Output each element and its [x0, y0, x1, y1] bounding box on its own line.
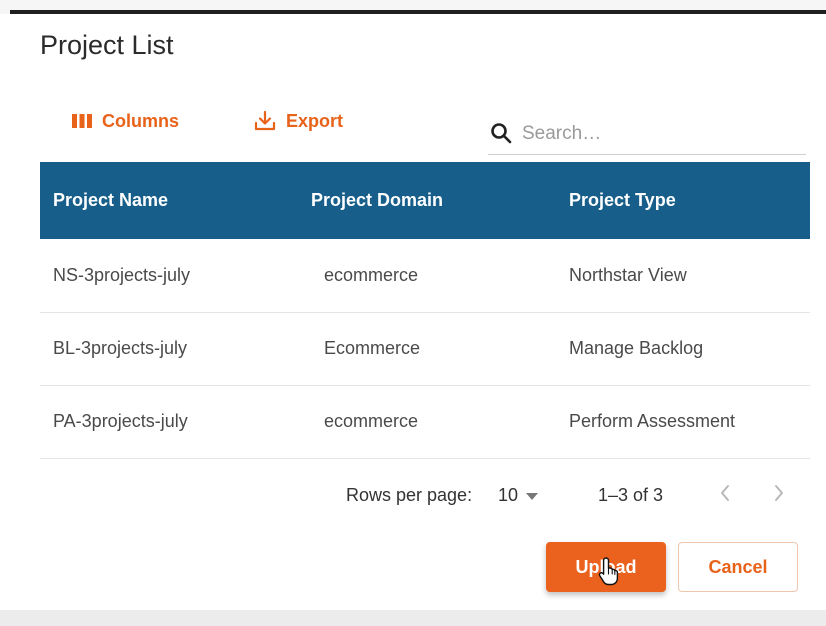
- chevron-left-icon: [719, 484, 731, 507]
- rows-per-page-select[interactable]: 10: [498, 480, 539, 510]
- columns-button[interactable]: Columns: [72, 106, 179, 136]
- cell-project-type: Perform Assessment: [569, 411, 736, 431]
- caret-down-icon: [526, 485, 539, 506]
- project-table: Project Name Project Domain Project Type…: [40, 162, 810, 459]
- window-top-bar: [0, 0, 826, 14]
- next-page-button[interactable]: [766, 482, 792, 508]
- table-header-row: Project Name Project Domain Project Type: [40, 162, 810, 239]
- search-input[interactable]: [520, 118, 794, 150]
- columns-icon: [72, 113, 92, 129]
- export-label: Export: [286, 110, 344, 131]
- cancel-button[interactable]: Cancel: [678, 542, 798, 592]
- cell-project-type: Northstar View: [569, 264, 687, 285]
- column-header-project-type[interactable]: Project Type: [556, 162, 810, 239]
- column-header-project-name[interactable]: Project Name: [40, 162, 298, 239]
- export-button[interactable]: Export: [254, 106, 343, 136]
- rows-per-page-label: Rows per page:: [346, 484, 473, 505]
- previous-page-button[interactable]: [712, 482, 738, 508]
- columns-label: Columns: [102, 110, 180, 131]
- cell-project-name: BL-3projects-july: [53, 338, 188, 358]
- search-icon: [490, 122, 512, 149]
- rows-per-page-value: 10: [498, 484, 519, 505]
- table-row[interactable]: BL-3projects-july Ecommerce Manage Backl…: [40, 312, 810, 385]
- cell-project-type: Manage Backlog: [569, 338, 704, 358]
- table-row[interactable]: PA-3projects-july ecommerce Perform Asse…: [40, 385, 810, 458]
- chevron-right-icon: [773, 484, 785, 507]
- cell-project-domain: Ecommerce: [324, 338, 421, 358]
- cell-project-name: NS-3projects-july: [53, 264, 191, 285]
- cell-project-domain: ecommerce: [324, 264, 419, 285]
- column-header-project-domain[interactable]: Project Domain: [298, 162, 556, 239]
- table-row[interactable]: NS-3projects-july ecommerce Northstar Vi…: [40, 239, 810, 312]
- dialog-title: Project List: [40, 30, 174, 60]
- cell-project-name: PA-3projects-july: [53, 411, 188, 431]
- search-box[interactable]: [488, 114, 806, 155]
- pagination-range: 1–3 of 3: [598, 484, 664, 505]
- download-icon: [254, 110, 276, 132]
- upload-button[interactable]: Upload: [546, 542, 666, 592]
- dialog-footer-strip: [0, 610, 826, 626]
- cell-project-domain: ecommerce: [324, 411, 419, 431]
